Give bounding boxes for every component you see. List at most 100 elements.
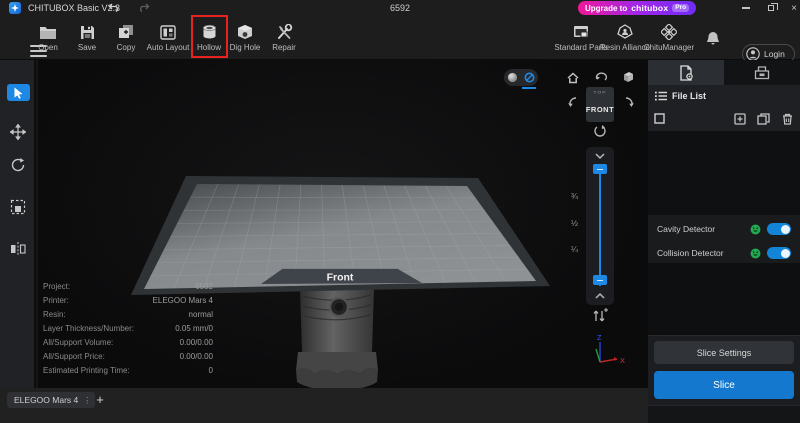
- scale-tool-icon[interactable]: [10, 199, 26, 215]
- delete-trash-icon[interactable]: [782, 113, 793, 125]
- info-label: Printer:: [43, 296, 69, 310]
- right-panel: File List Cavity Detector: [648, 60, 800, 423]
- toolbar-chitumanager-button[interactable]: ChituManager: [641, 21, 697, 52]
- undo-icon[interactable]: [108, 2, 120, 13]
- add-file-icon[interactable]: [734, 113, 746, 125]
- document-title: 6592: [370, 3, 430, 13]
- notifications-bell-icon[interactable]: [706, 31, 720, 46]
- mirror-tool-icon[interactable]: [10, 241, 26, 257]
- select-all-checkbox[interactable]: [654, 113, 665, 124]
- info-label: Resin:: [43, 310, 66, 324]
- perspective-view-icon[interactable]: [507, 72, 518, 83]
- chitumanager-icon: [661, 21, 677, 40]
- rotate-tool-icon[interactable]: [10, 157, 26, 173]
- rotate-up-icon[interactable]: [594, 70, 608, 84]
- merge-files-icon[interactable]: [757, 113, 770, 125]
- z-slider-panel: [586, 147, 614, 305]
- login-label: Login: [764, 49, 785, 59]
- tab-printer[interactable]: [724, 60, 800, 85]
- ortho-view-icon[interactable]: [524, 72, 535, 83]
- file-list-empty-area[interactable]: [648, 131, 800, 215]
- info-label: Layer Thickness/Number:: [43, 324, 134, 338]
- close-button[interactable]: ×: [787, 3, 800, 13]
- select-tool-button[interactable]: [7, 84, 30, 101]
- home-view-icon[interactable]: [566, 71, 580, 85]
- info-value: 0.05 mm/0: [175, 324, 213, 338]
- info-label: Estimated Printing Time:: [43, 366, 130, 380]
- info-value: 0.00/0.00: [180, 338, 213, 352]
- build-plate[interactable]: Front: [131, 176, 550, 295]
- axes-gizmo: Z X: [596, 333, 625, 365]
- upgrade-brand: chitubox: [631, 3, 668, 13]
- file-list-title: File List: [672, 91, 706, 101]
- collision-detector-label: Collision Detector: [657, 248, 750, 258]
- upgrade-prefix: Upgrade to: [585, 4, 627, 13]
- fraction-three-quarters: ¾: [558, 191, 578, 201]
- printer-tab[interactable]: ELEGOO Mars 4 ⋮: [7, 392, 95, 408]
- active-view-underline: [522, 87, 536, 89]
- status-ok-icon: [750, 224, 761, 235]
- info-value: 0.00/0.00: [180, 352, 213, 366]
- viewport-3d[interactable]: Front Z X: [38, 60, 648, 388]
- copy-icon: [118, 21, 134, 40]
- chitubox-window: CHITUBOX Basic V2.3 6592 Upgrade to chit…: [0, 0, 800, 423]
- move-tool-icon[interactable]: [10, 124, 26, 140]
- toolbar-dig-hole-button[interactable]: Dig Hole: [223, 21, 267, 52]
- slice-settings-button[interactable]: Slice Settings: [654, 341, 794, 364]
- toolbar-copy-button[interactable]: Copy: [104, 21, 148, 52]
- nav-cube-front-face[interactable]: FRONT: [586, 105, 614, 114]
- panel-footer: [648, 405, 800, 423]
- cube-view-icon[interactable]: [621, 70, 635, 84]
- model-3d[interactable]: [296, 288, 378, 388]
- z-slider-track[interactable]: [599, 168, 601, 286]
- restore-button[interactable]: [764, 3, 778, 13]
- toolbar-open-button[interactable]: Open: [26, 21, 70, 52]
- upgrade-to-pro-button[interactable]: Upgrade to chitubox Pro: [578, 1, 696, 15]
- fraction-half: ½: [558, 218, 578, 228]
- main-toolbar: Open Save Copy Auto Layout Hollow: [0, 15, 800, 60]
- rotate-cw-icon[interactable]: [593, 124, 607, 138]
- toolbar-repair-button[interactable]: Repair: [262, 21, 306, 52]
- upgrade-pro-badge: Pro: [672, 4, 689, 12]
- tool-sidebar: [0, 60, 36, 388]
- add-tab-button[interactable]: +: [92, 391, 108, 407]
- collision-detector-row: Collision Detector: [648, 241, 800, 265]
- info-value: normal: [189, 310, 213, 324]
- minimize-button[interactable]: [739, 3, 753, 13]
- slice-button[interactable]: Slice: [654, 371, 794, 399]
- toolbar-auto-layout-button[interactable]: Auto Layout: [146, 21, 190, 52]
- tab-menu-icon[interactable]: ⋮: [83, 398, 91, 403]
- title-bar: CHITUBOX Basic V2.3 6592 Upgrade to chit…: [0, 0, 800, 15]
- z-slider-lower-handle[interactable]: [593, 275, 607, 285]
- redo-icon[interactable]: [138, 2, 150, 13]
- hollow-cylinder-icon: [201, 21, 218, 40]
- z-slider-upper-handle[interactable]: [593, 164, 607, 174]
- projection-toggle[interactable]: [504, 69, 538, 86]
- collision-detector-toggle[interactable]: [767, 247, 791, 259]
- nav-cube-top-face[interactable]: TOP: [593, 91, 606, 95]
- info-label: All/Support Price:: [43, 352, 105, 366]
- rotate-right-icon[interactable]: [622, 96, 636, 110]
- tab-file-settings[interactable]: [648, 60, 724, 85]
- list-icon: [655, 91, 667, 101]
- z-adjust-icon[interactable]: [590, 308, 608, 324]
- cavity-detector-label: Cavity Detector: [657, 224, 750, 234]
- chevron-up-icon[interactable]: [594, 292, 606, 300]
- status-ok-icon: [750, 248, 761, 259]
- app-logo-icon: [9, 2, 21, 14]
- app-title: CHITUBOX Basic V2.3: [28, 3, 120, 13]
- project-info: Project:6592 Printer:ELEGOO Mars 4 Resin…: [43, 282, 213, 380]
- file-gear-icon: [679, 65, 694, 81]
- standard-parts-icon: [573, 21, 589, 40]
- rotate-left-icon[interactable]: [566, 96, 580, 110]
- chevron-down-icon[interactable]: [594, 152, 606, 160]
- resin-alliance-icon: [617, 21, 633, 40]
- navigation-cube[interactable]: TOP FRONT: [586, 87, 614, 122]
- front-label: Front: [327, 272, 354, 284]
- toolbar-save-button[interactable]: Save: [65, 21, 109, 52]
- panel-spacer: [648, 263, 800, 335]
- info-value: 6592: [195, 282, 213, 296]
- cavity-detector-toggle[interactable]: [767, 223, 791, 235]
- panel-tabs: [648, 60, 800, 85]
- printer-tab-label: ELEGOO Mars 4: [14, 395, 78, 405]
